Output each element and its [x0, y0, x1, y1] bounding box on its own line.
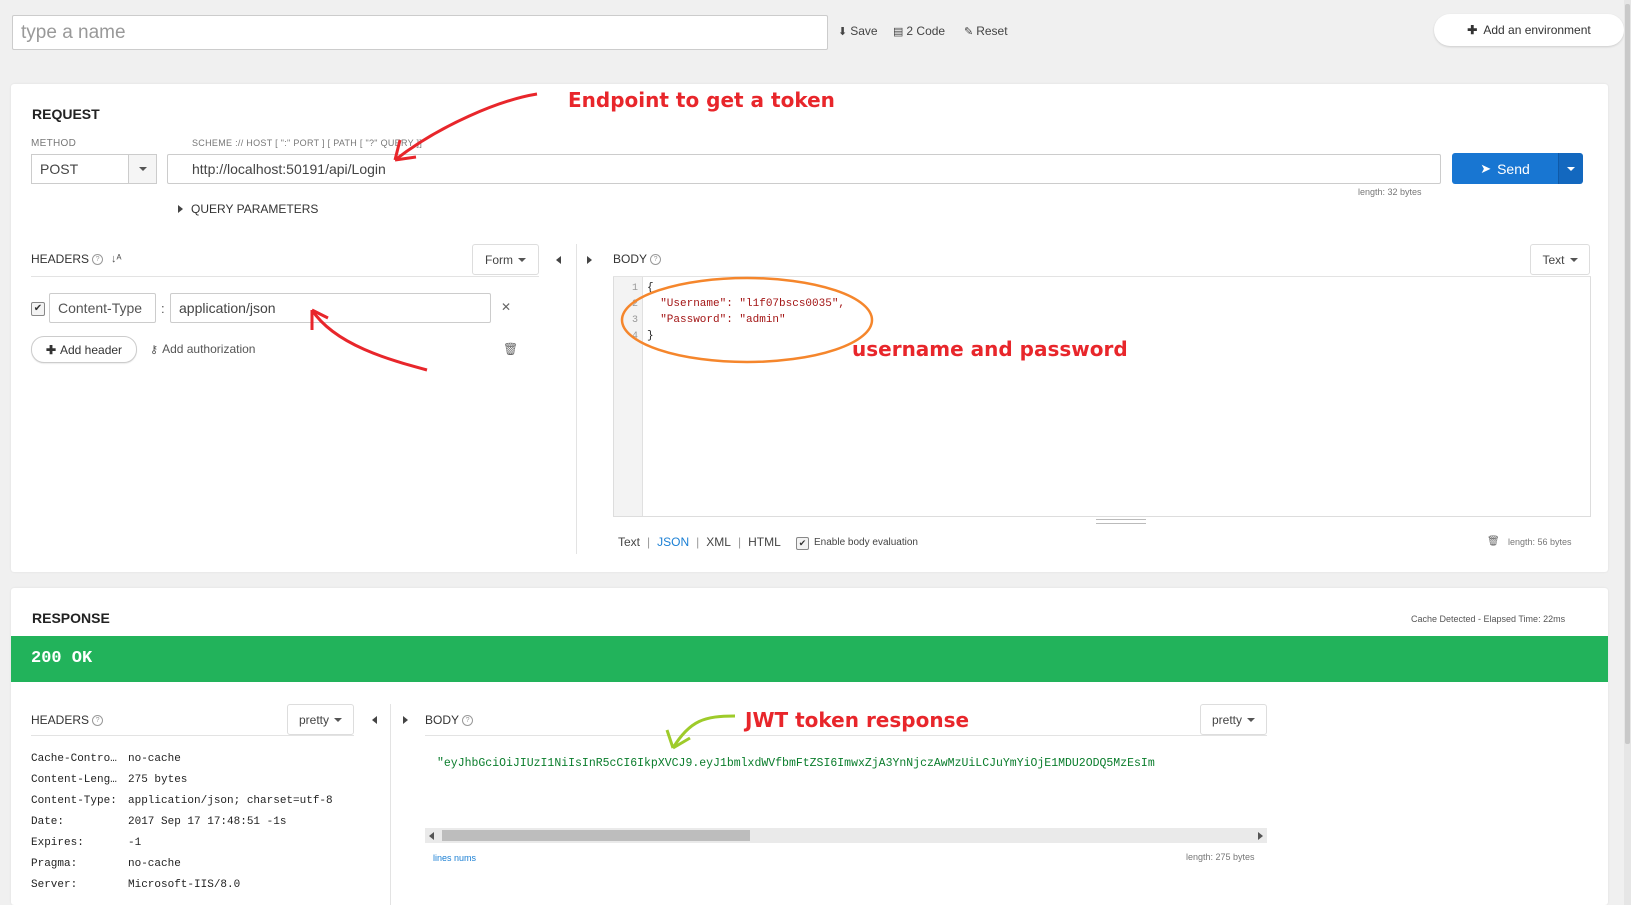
header-arrow	[310, 309, 428, 372]
annotation-jwt: JWT token response	[745, 708, 970, 732]
annotation-endpoint: Endpoint to get a token	[568, 88, 835, 112]
annotation-layer	[310, 92, 874, 750]
annotation-credentials: username and password	[852, 337, 1128, 361]
credentials-highlight	[620, 276, 874, 364]
endpoint-arrow	[394, 92, 538, 162]
